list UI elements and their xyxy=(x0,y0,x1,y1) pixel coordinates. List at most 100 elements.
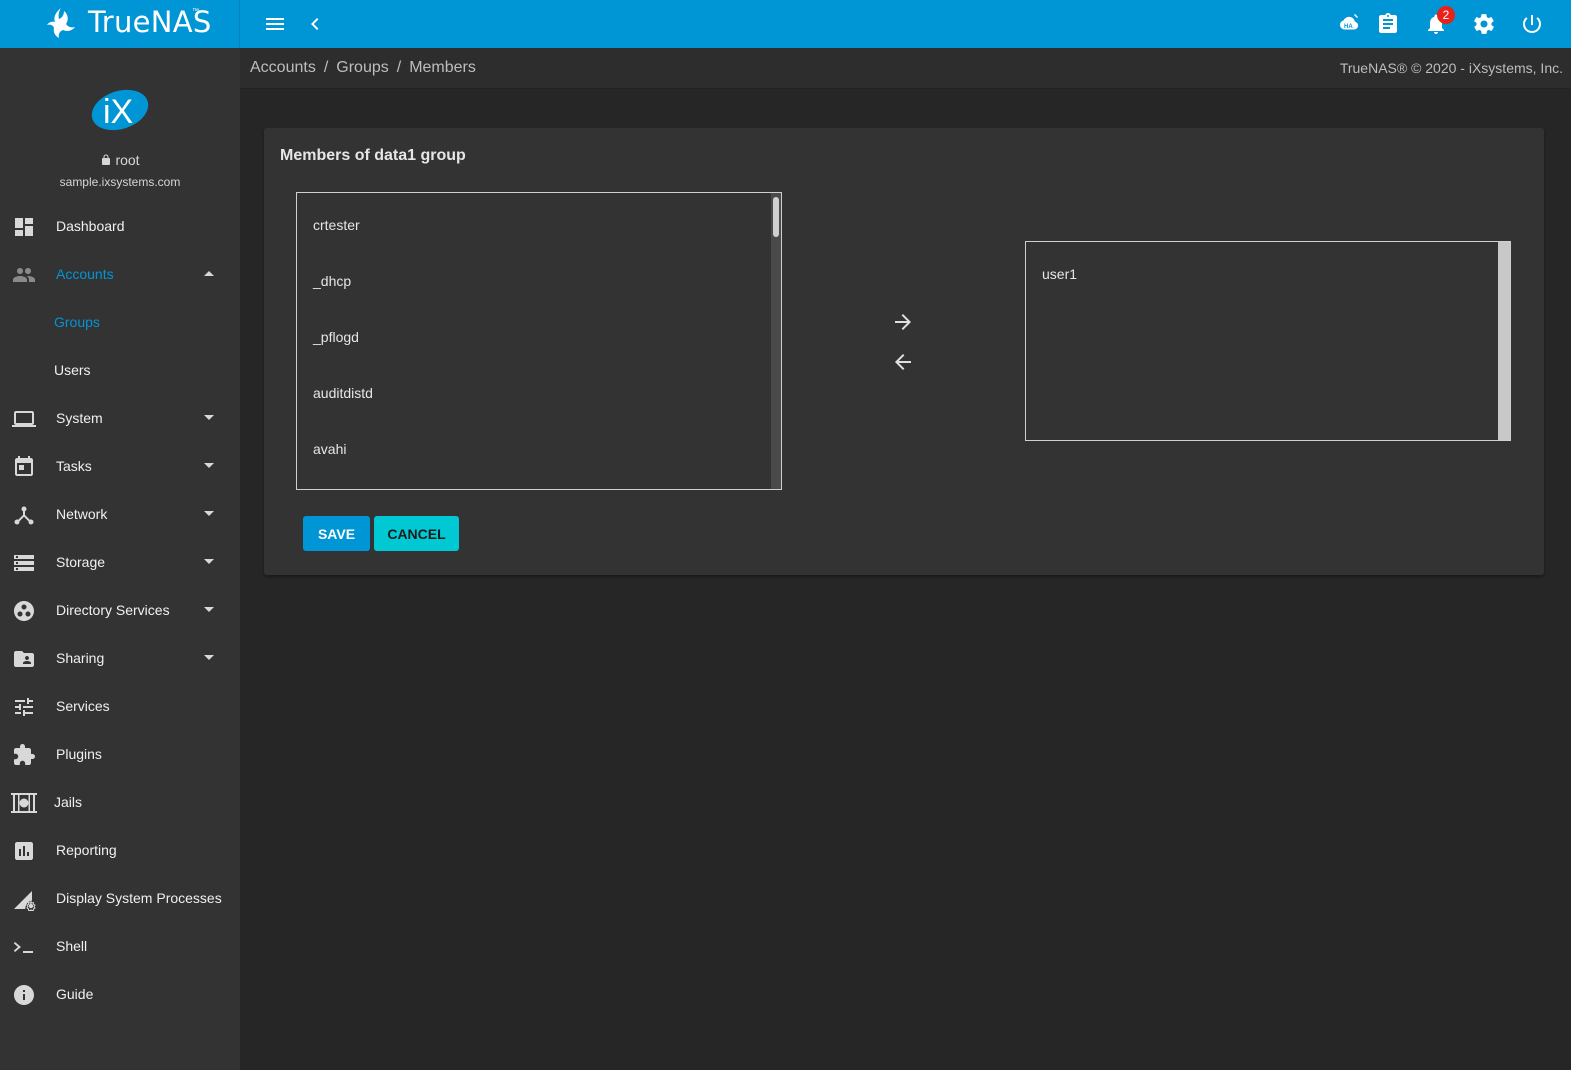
brand[interactable]: TrueNAS ™ xyxy=(0,0,240,48)
scrollbar-thumb[interactable] xyxy=(773,197,779,237)
sidebar-item-display-system-processes[interactable]: Display System Processes xyxy=(0,875,240,923)
lock-icon xyxy=(102,154,111,165)
dashboard-icon xyxy=(15,218,33,236)
brand-trademark: ™ xyxy=(192,8,199,15)
ixsystems-logo-icon: iX xyxy=(91,89,149,131)
sidebar-item-sharing[interactable]: Sharing xyxy=(0,635,240,683)
sidebar-item-directory-services[interactable]: Directory Services xyxy=(0,587,240,635)
sidebar-item-services[interactable]: Services xyxy=(0,683,240,731)
collapse-sidebar-button[interactable] xyxy=(299,8,331,40)
task-manager-icon xyxy=(1379,13,1397,33)
processes-icon xyxy=(14,891,36,914)
ha-status-icon: HA xyxy=(1339,14,1359,30)
task-manager-button[interactable] xyxy=(1372,8,1404,40)
settings-icon xyxy=(1474,14,1494,34)
sidebar-item-shell[interactable]: Shell xyxy=(0,923,240,971)
settings-button[interactable] xyxy=(1468,8,1500,40)
arrow-left-icon xyxy=(895,354,911,370)
sidebar-item-label: Users xyxy=(54,362,91,378)
selected-members-list[interactable]: user1 xyxy=(1025,241,1511,441)
menu-toggle-button[interactable] xyxy=(259,8,291,40)
breadcrumb-separator: / xyxy=(396,59,402,76)
accounts-icon xyxy=(13,268,35,282)
sidebar-item-storage[interactable]: Storage xyxy=(0,539,240,587)
available-users-list[interactable]: crtester _dhcp _pflogd auditdistd avahi xyxy=(296,192,782,490)
list-item[interactable]: avahi xyxy=(313,441,346,457)
chevron-down-icon xyxy=(204,415,214,420)
sidebar-item-label: Network xyxy=(56,506,108,522)
network-icon xyxy=(14,506,34,525)
save-button[interactable]: SAVE xyxy=(303,516,370,551)
chevron-down-icon xyxy=(204,607,214,612)
sidebar-item-accounts[interactable]: Accounts xyxy=(0,251,240,299)
breadcrumb-accounts[interactable]: Accounts xyxy=(250,59,316,76)
storage-icon xyxy=(14,555,34,571)
arrow-right-icon xyxy=(895,314,911,330)
sidebar-item-groups[interactable]: Groups xyxy=(0,299,240,347)
sidebar-item-label: Directory Services xyxy=(56,602,170,618)
add-member-button[interactable] xyxy=(891,310,915,334)
logged-in-user: root xyxy=(0,152,240,168)
available-users-scrollbar[interactable] xyxy=(771,193,781,489)
notifications-button[interactable]: 2 xyxy=(1420,6,1455,40)
sidebar-item-dashboard[interactable]: Dashboard xyxy=(0,203,240,251)
copyright-text: TrueNAS® © 2020 - iXsystems, Inc. xyxy=(1339,60,1563,76)
svg-text:iX: iX xyxy=(103,93,133,131)
sidebar-item-label: Reporting xyxy=(56,842,117,858)
breadcrumb-members: Members xyxy=(409,59,476,76)
shell-icon xyxy=(13,942,34,953)
chevron-down-icon xyxy=(204,463,214,468)
hostname: sample.ixsystems.com xyxy=(59,175,181,189)
list-item[interactable]: auditdistd xyxy=(313,385,373,401)
username: root xyxy=(115,152,140,168)
back-icon xyxy=(311,18,319,30)
chevron-down-icon xyxy=(204,655,214,660)
list-item[interactable]: user1 xyxy=(1042,266,1077,282)
jails-icon xyxy=(11,793,37,813)
selected-members-scrollbar[interactable] xyxy=(1498,242,1510,440)
sidebar-item-network[interactable]: Network xyxy=(0,491,240,539)
members-card: Members of data1 group crtester _dhcp _p… xyxy=(264,128,1544,575)
sidebar-item-label: Guide xyxy=(56,986,94,1002)
sidebar-item-label: Sharing xyxy=(56,650,105,666)
list-item[interactable]: crtester xyxy=(313,217,360,233)
list-item[interactable]: _dhcp xyxy=(313,273,351,289)
breadcrumb-bar: Accounts / Groups / Members TrueNAS® © 2020 … xyxy=(240,48,1571,89)
breadcrumb: Accounts / Groups / Members xyxy=(250,59,476,77)
list-item[interactable]: _pflogd xyxy=(313,329,359,345)
sidebar-item-reporting[interactable]: Reporting xyxy=(0,827,240,875)
sidebar-item-label: Tasks xyxy=(56,458,92,474)
power-button[interactable] xyxy=(1516,8,1548,40)
sidebar-item-label: Dashboard xyxy=(56,218,125,234)
sidebar-item-label: System xyxy=(56,410,103,426)
services-icon xyxy=(15,698,33,716)
guide-icon xyxy=(14,985,34,1005)
notification-count-badge: 2 xyxy=(1437,6,1455,24)
sidebar-item-plugins[interactable]: Plugins xyxy=(0,731,240,779)
sidebar-item-guide[interactable]: Guide xyxy=(0,971,240,1019)
sidebar-item-label: Display System Processes xyxy=(56,890,222,906)
sidebar-item-tasks[interactable]: Tasks xyxy=(0,443,240,491)
svg-text:HA: HA xyxy=(1344,24,1353,30)
cancel-button[interactable]: CANCEL xyxy=(374,516,459,551)
sharing-icon xyxy=(14,651,34,667)
card-title: Members of data1 group xyxy=(280,147,466,164)
sidebar-item-users[interactable]: Users xyxy=(0,347,240,395)
chevron-down-icon xyxy=(204,511,214,516)
sidebar-item-label: Plugins xyxy=(56,746,102,762)
ha-status-button[interactable]: HA xyxy=(1332,8,1364,40)
chevron-down-icon xyxy=(204,559,214,564)
sidebar-item-label: Shell xyxy=(56,938,88,954)
sidebar-item-label: Jails xyxy=(54,794,83,810)
directory-services-icon xyxy=(14,601,34,621)
top-toolbar: TrueNAS ™ HA 2 xyxy=(0,0,1571,48)
remove-member-button[interactable] xyxy=(891,350,915,374)
truenas-logo-icon xyxy=(47,8,75,38)
sidebar-item-system[interactable]: System xyxy=(0,395,240,443)
reporting-icon xyxy=(15,842,33,860)
power-icon xyxy=(1523,15,1541,33)
sidebar-item-jails[interactable]: Jails xyxy=(0,779,240,827)
breadcrumb-groups[interactable]: Groups xyxy=(336,59,388,76)
system-icon xyxy=(12,411,36,427)
sidebar: iX root sample.ixsystems.com Dashboard A… xyxy=(0,48,240,1070)
